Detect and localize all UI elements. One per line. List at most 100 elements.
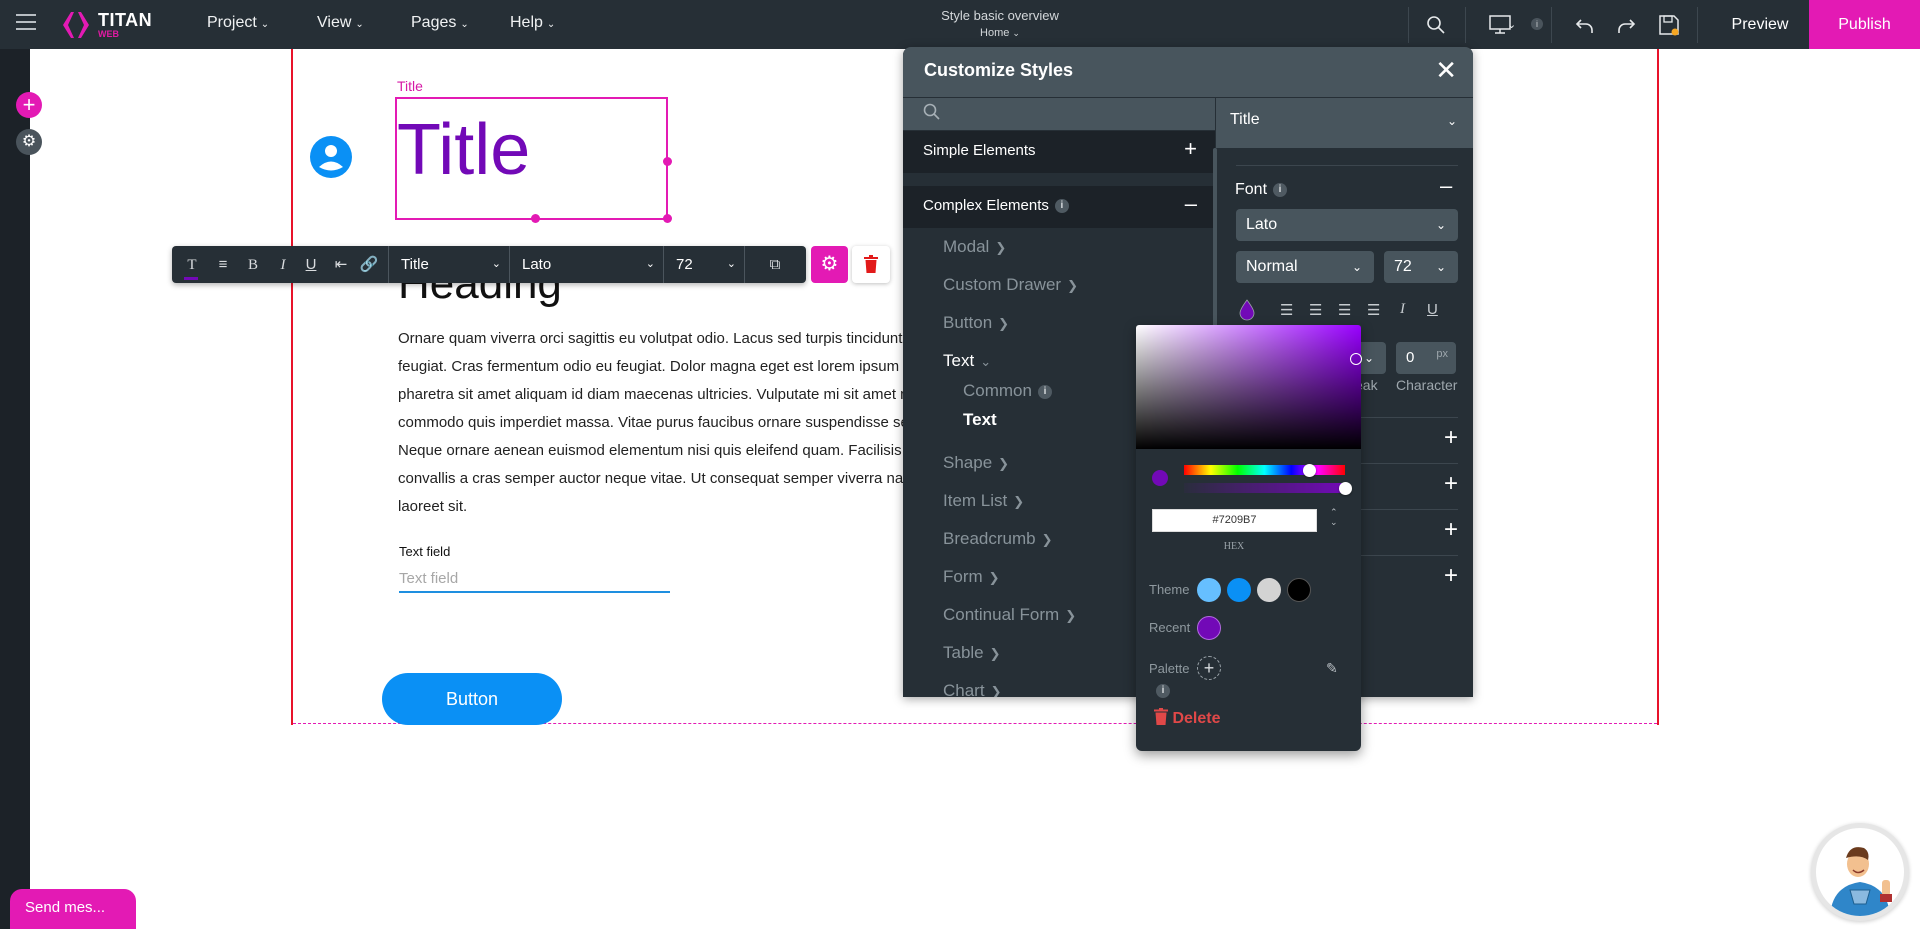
- saturation-cursor[interactable]: [1350, 353, 1362, 365]
- recent-color-swatch[interactable]: [1197, 616, 1221, 640]
- complex-item-chart[interactable]: Chart ❯: [943, 681, 1001, 697]
- menu-project[interactable]: Project ⌄: [207, 14, 269, 32]
- redo-button[interactable]: [1613, 12, 1639, 38]
- font-color-button[interactable]: [1238, 299, 1256, 325]
- complex-item-modal[interactable]: Modal ❯: [943, 237, 1006, 257]
- section-simple-elements[interactable]: Simple Elements +: [903, 131, 1215, 173]
- bold-button[interactable]: B: [242, 254, 264, 276]
- info-icon[interactable]: i: [1531, 18, 1543, 30]
- canvas-button[interactable]: Button: [382, 673, 562, 725]
- text-subitem-text[interactable]: Text: [963, 410, 997, 430]
- theme-color-swatch[interactable]: [1257, 578, 1281, 602]
- complex-item-continual-form[interactable]: Continual Form ❯: [943, 605, 1076, 625]
- device-selector[interactable]: ⌄: [1480, 12, 1520, 38]
- title-text[interactable]: Title: [397, 114, 530, 186]
- complex-item-item-list[interactable]: Item List ❯: [943, 491, 1024, 511]
- align-justify-button[interactable]: ☰: [1367, 301, 1380, 319]
- palette-info[interactable]: i: [1156, 682, 1170, 700]
- scrollbar[interactable]: [1213, 148, 1217, 328]
- delete-color-button[interactable]: Delete: [1154, 708, 1220, 728]
- align-button[interactable]: ≡: [212, 254, 234, 276]
- theme-color-swatch[interactable]: [1227, 578, 1251, 602]
- edit-palette-button[interactable]: ✎: [1326, 660, 1338, 677]
- saturation-area[interactable]: [1136, 325, 1361, 449]
- resize-handle-right[interactable]: [663, 157, 672, 166]
- text-color-button[interactable]: T: [181, 254, 203, 276]
- font-size-dropdown[interactable]: 72 ⌄: [1384, 251, 1458, 283]
- gear-icon: ⚙: [21, 133, 37, 150]
- delete-element-button[interactable]: [852, 246, 890, 283]
- font-size-value: 72: [676, 256, 693, 273]
- item-label: Button: [943, 313, 993, 332]
- complex-item-shape[interactable]: Shape ❯: [943, 453, 1009, 473]
- hamburger-menu-icon[interactable]: [16, 14, 36, 34]
- align-left-button[interactable]: ☰: [1280, 301, 1293, 319]
- paragraph-text[interactable]: Ornare quam viverra orci sagittis eu vol…: [398, 325, 918, 521]
- search-button[interactable]: [1423, 12, 1449, 38]
- font-weight-dropdown[interactable]: Normal ⌄: [1236, 251, 1374, 283]
- recent-label: Recent: [1149, 620, 1191, 635]
- resize-handle-bottom[interactable]: [531, 214, 540, 223]
- menu-view[interactable]: View ⌄: [317, 14, 364, 32]
- alpha-slider[interactable]: [1184, 483, 1345, 493]
- panel-header: Customize Styles ✕: [903, 47, 1473, 97]
- element-type-select[interactable]: Title ⌄: [1216, 98, 1473, 148]
- preview-button[interactable]: Preview: [1712, 0, 1808, 49]
- collapse-font-button[interactable]: –: [1440, 173, 1452, 199]
- panel-title: Customize Styles: [924, 60, 1074, 80]
- assistant-mascot-avatar[interactable]: [1811, 823, 1909, 921]
- style-search-input[interactable]: [903, 98, 1215, 130]
- element-settings-button[interactable]: ⚙: [811, 246, 848, 283]
- text-subitem-common[interactable]: Common i: [963, 381, 1052, 401]
- link-button[interactable]: 🔗: [358, 254, 380, 276]
- info-icon[interactable]: i: [1273, 182, 1288, 197]
- italic-button[interactable]: I: [272, 254, 294, 276]
- alpha-slider-handle[interactable]: [1338, 482, 1352, 495]
- font-family-dropdown[interactable]: Lato ⌄: [1236, 209, 1458, 241]
- undo-button[interactable]: [1572, 12, 1598, 38]
- theme-color-swatch[interactable]: [1287, 578, 1311, 602]
- complex-item-custom-drawer[interactable]: Custom Drawer ❯: [943, 275, 1078, 295]
- underline-button[interactable]: U: [1427, 301, 1438, 318]
- top-bar: TITAN WEB Project ⌄ View ⌄ Pages ⌄ Help ⌄ St…: [0, 0, 1920, 49]
- align-right-button[interactable]: ☰: [1338, 301, 1351, 319]
- format-toggle[interactable]: ⌃ ⌄: [1330, 507, 1338, 527]
- complex-item-button[interactable]: Button ❯: [943, 313, 1009, 333]
- chat-widget-button[interactable]: Send mes...: [10, 889, 136, 929]
- save-button[interactable]: [1656, 12, 1682, 38]
- hex-input[interactable]: #7209B7: [1152, 509, 1317, 532]
- menu-help[interactable]: Help ⌄: [510, 14, 555, 32]
- theme-color-swatch[interactable]: [1197, 578, 1221, 602]
- publish-button[interactable]: Publish: [1809, 0, 1920, 49]
- character-spacing-input[interactable]: 0 px: [1396, 342, 1456, 374]
- hue-slider[interactable]: [1184, 465, 1345, 475]
- info-icon[interactable]: i: [1037, 384, 1052, 399]
- complex-item-table[interactable]: Table ❯: [943, 643, 1001, 663]
- page-selector[interactable]: Home ⌄: [900, 27, 1100, 39]
- section-complex-elements[interactable]: Complex Elements i –: [903, 186, 1215, 228]
- text-field-input[interactable]: [399, 566, 670, 593]
- hue-slider-handle[interactable]: [1303, 464, 1317, 477]
- close-button[interactable]: ✕: [1435, 57, 1457, 83]
- open-external-button[interactable]: ⧉: [764, 254, 786, 276]
- titan-logo[interactable]: TITAN WEB: [60, 8, 160, 42]
- italic-button[interactable]: I: [1400, 301, 1405, 318]
- add-palette-color-button[interactable]: +: [1197, 656, 1221, 680]
- align-left-icon: ≡: [218, 256, 228, 273]
- project-title: Style basic overview: [941, 8, 1059, 23]
- complex-item-form[interactable]: Form ❯: [943, 567, 1000, 587]
- complex-item-breadcrumb[interactable]: Breadcrumb ❯: [943, 529, 1053, 549]
- complex-item-text[interactable]: Text ⌄: [943, 351, 991, 371]
- resize-handle-corner[interactable]: [663, 214, 672, 223]
- page-settings-button[interactable]: ⚙: [16, 129, 42, 155]
- style-select[interactable]: Title ⌄: [389, 246, 509, 283]
- menu-pages[interactable]: Pages ⌄: [411, 14, 469, 32]
- font-size-select[interactable]: 72 ⌄: [664, 246, 744, 283]
- add-element-button[interactable]: +: [16, 92, 42, 118]
- info-icon[interactable]: i: [1054, 199, 1069, 214]
- align-center-button[interactable]: ☰: [1309, 301, 1322, 319]
- user-avatar-icon[interactable]: [310, 136, 352, 178]
- underline-button[interactable]: U: [300, 254, 322, 276]
- indent-button[interactable]: ⇤: [330, 254, 352, 276]
- font-family-select[interactable]: Lato ⌄: [510, 246, 663, 283]
